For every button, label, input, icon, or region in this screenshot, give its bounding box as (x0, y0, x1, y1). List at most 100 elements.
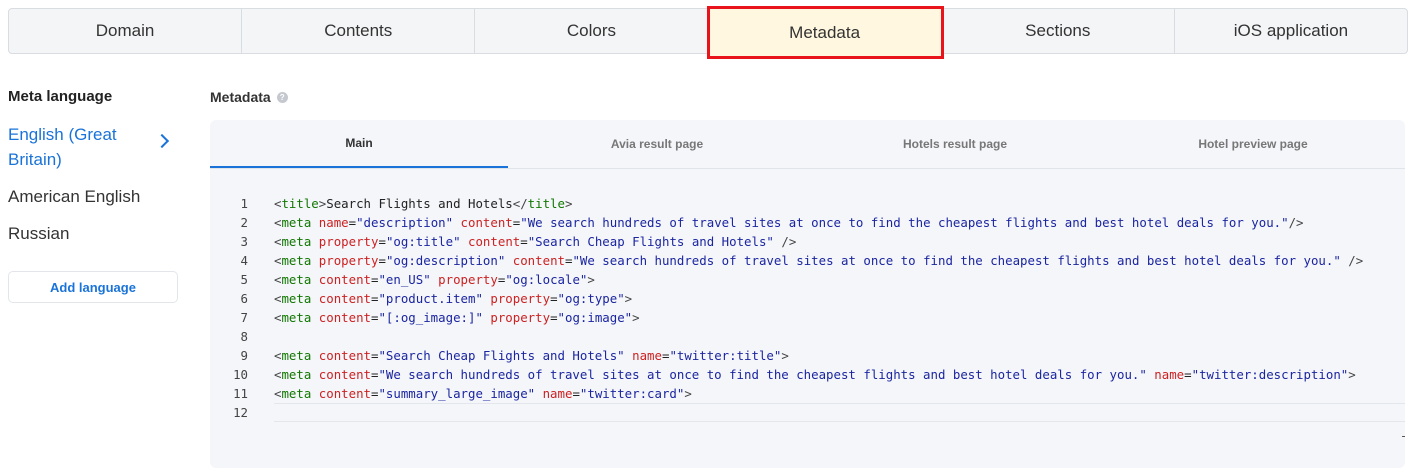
code-token: property (490, 310, 551, 325)
line-number: 5 (240, 272, 248, 287)
code-token: meta (281, 291, 312, 306)
code-token: = (348, 215, 357, 230)
code-token: meta (281, 348, 312, 363)
tab-contents[interactable]: Contents (242, 9, 476, 53)
chevron-right-icon (154, 133, 170, 149)
tab-colors[interactable]: Colors (475, 9, 709, 53)
code-line[interactable]: 1 <title>Search Flights and Hotels</title… (210, 194, 1405, 213)
language-item-label: American English (8, 187, 141, 206)
code-line[interactable]: 7 <meta content="[:og_image:]" property="… (210, 308, 1405, 327)
code-token: meta (281, 234, 312, 249)
tab-domain[interactable]: Domain (9, 9, 243, 53)
code-token: = (550, 310, 558, 325)
question-icon[interactable]: ? (276, 91, 288, 103)
editor-scroll-marker[interactable] (1402, 436, 1405, 437)
code-token: > (1348, 367, 1356, 382)
code-token: /> (781, 234, 797, 249)
code-editor[interactable]: 1 <title>Search Flights and Hotels</title… (210, 194, 1405, 422)
code-token: "og:type" (557, 291, 625, 306)
tab-sections[interactable]: Sections (942, 9, 1175, 53)
code-token: "Search Cheap Flights and Hotels" (527, 234, 774, 249)
tab-metadata[interactable]: Metadata (706, 6, 944, 59)
code-token: > (624, 291, 633, 306)
code-token: "We search hundreds of travel sites at o… (520, 215, 1289, 230)
code-token: property (318, 253, 379, 268)
code-token: name (632, 348, 662, 363)
code-token: meta (281, 310, 312, 325)
code-line[interactable]: 3 <meta property="og:title" content="Sear… (210, 232, 1405, 251)
code-text: <meta content="product.item" property="o… (274, 289, 1405, 308)
line-number: 7 (240, 310, 248, 325)
code-line[interactable]: 4 <meta property="og:description" content… (210, 251, 1405, 270)
language-item-label: Russian (8, 224, 70, 243)
code-text: <meta name="description" content="We sea… (274, 213, 1405, 232)
language-item-american-english[interactable]: American English (8, 184, 178, 209)
code-token: "en_US" (378, 272, 431, 287)
code-line[interactable]: 5 <meta content="en_US" property="og:loca… (210, 270, 1405, 289)
code-text: <meta content="Search Cheap Flights and … (274, 346, 1405, 365)
code-token: > (684, 386, 692, 401)
code-line[interactable]: 6 <meta content="product.item" property="… (210, 289, 1405, 308)
sub-tab-avia-result-page[interactable]: Avia result page (508, 120, 806, 168)
code-token: meta (281, 253, 312, 268)
code-line[interactable]: 8 (210, 327, 1405, 346)
sub-tab-hotels-result-page[interactable]: Hotels result page (806, 120, 1104, 168)
code-token: /> (1348, 253, 1364, 268)
code-token: Search Flights and Hotels (326, 196, 513, 211)
code-text: <meta content="summary_large_image" name… (274, 384, 1405, 403)
code-token: = (572, 386, 580, 401)
code-text: <meta content="en_US" property="og:local… (274, 270, 1405, 289)
sub-tab-hotel-preview-page[interactable]: Hotel preview page (1104, 120, 1402, 168)
line-number: 12 (233, 405, 248, 420)
code-token: > (587, 272, 595, 287)
code-token: "twitter:title" (669, 348, 782, 363)
code-token: content (318, 386, 371, 401)
metadata-sub-tabs: Main Avia result page Hotels result page… (210, 120, 1405, 169)
code-token: content (512, 253, 565, 268)
code-token: "summary_large_image" (378, 386, 536, 401)
code-token: = (1184, 367, 1192, 382)
code-token: "og:locale" (505, 272, 588, 287)
code-line[interactable]: 9 <meta content="Search Cheap Flights and… (210, 346, 1405, 365)
code-token: property (318, 234, 379, 249)
code-token: "og:image" (557, 310, 633, 325)
tab-ios-application[interactable]: iOS application (1175, 9, 1407, 53)
code-token: title (527, 196, 565, 211)
code-text (274, 403, 1405, 422)
add-language-button[interactable]: Add language (8, 271, 178, 303)
sub-tab-main[interactable]: Main (210, 120, 508, 168)
code-token: "We search hundreds of travel sites at o… (378, 367, 1147, 382)
meta-language-heading: Meta language (8, 88, 113, 105)
language-item-russian[interactable]: Russian (8, 221, 178, 246)
code-line[interactable]: 10 <meta content="We search hundreds of t… (210, 365, 1405, 384)
code-token: </ (512, 196, 528, 211)
code-line[interactable]: 12 (210, 403, 1405, 422)
code-text: <meta property="og:description" content=… (274, 251, 1405, 270)
code-line[interactable]: 11 <meta content="summary_large_image" na… (210, 384, 1405, 403)
code-token: "og:description" (385, 253, 506, 268)
code-token: title (281, 196, 319, 211)
code-line[interactable]: 2 <meta name="description" content="We se… (210, 213, 1405, 232)
code-token: name (318, 215, 349, 230)
code-token: meta (281, 272, 312, 287)
line-number: 10 (233, 367, 248, 382)
code-token: content (318, 272, 371, 287)
code-token: content (468, 234, 521, 249)
language-item-english-gb[interactable]: English (Great Britain) (8, 122, 170, 172)
code-text: <title>Search Flights and Hotels</title> (274, 194, 1405, 213)
metadata-heading: Metadata ? (210, 89, 288, 105)
code-token: property (438, 272, 498, 287)
code-token: "twitter:card" (579, 386, 685, 401)
code-token: content (318, 310, 371, 325)
metadata-panel: Main Avia result page Hotels result page… (210, 120, 1405, 468)
